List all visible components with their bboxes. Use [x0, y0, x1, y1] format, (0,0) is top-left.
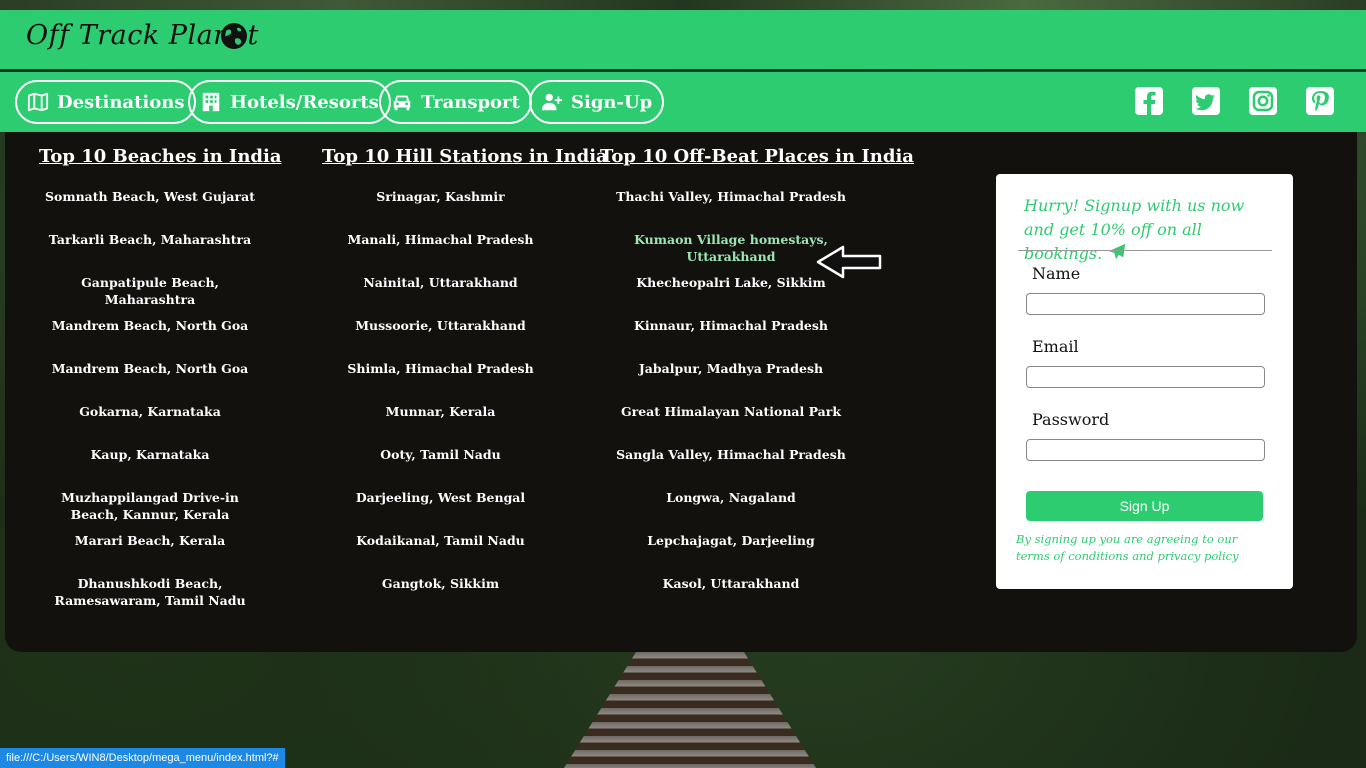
- email-field[interactable]: [1026, 366, 1265, 388]
- user-plus-icon: [541, 93, 563, 111]
- beaches-heading[interactable]: Top 10 Beaches in India: [39, 146, 282, 167]
- list-item[interactable]: Ooty, Tamil Nadu: [322, 446, 559, 463]
- nav-transport[interactable]: Transport: [379, 80, 532, 124]
- divider: [1018, 250, 1272, 251]
- status-bar: file:///C:/Users/WIN8/Desktop/mega_menu/…: [0, 748, 285, 768]
- signup-button[interactable]: Sign Up: [1026, 491, 1263, 521]
- nav-destinations-label: Destinations: [57, 91, 185, 113]
- list-item[interactable]: Somnath Beach, West Gujarat: [39, 188, 261, 205]
- list-item[interactable]: Tarkarli Beach, Maharashtra: [39, 231, 261, 248]
- bridge-background: [564, 652, 816, 768]
- list-item[interactable]: Mandrem Beach, North Goa: [39, 317, 261, 334]
- list-item[interactable]: Muzhappilangad Drive-in Beach, Kannur, K…: [39, 489, 261, 523]
- password-label: Password: [1032, 410, 1110, 429]
- email-label: Email: [1032, 337, 1079, 356]
- list-item[interactable]: Kasol, Uttarakhand: [600, 575, 862, 592]
- list-item[interactable]: Kaup, Karnataka: [39, 446, 261, 463]
- list-item[interactable]: Thachi Valley, Himachal Pradesh: [600, 188, 862, 205]
- list-item[interactable]: Mussoorie, Uttarakhand: [322, 317, 559, 334]
- map-icon: [27, 92, 49, 112]
- list-item[interactable]: Kodaikanal, Tamil Nadu: [322, 532, 559, 549]
- hill-stations-heading[interactable]: Top 10 Hill Stations in India: [322, 146, 608, 167]
- signup-promo-text: Hurry! Signup with us now and get 10% of…: [1024, 196, 1245, 263]
- instagram-icon[interactable]: [1248, 86, 1278, 116]
- list-item[interactable]: Gokarna, Karnataka: [39, 403, 261, 420]
- hill-stations-column: Top 10 Hill Stations in India Srinagar, …: [322, 146, 608, 591]
- car-icon: [393, 95, 411, 111]
- background-strip: [0, 0, 1366, 10]
- list-item[interactable]: Jabalpur, Madhya Pradesh: [600, 360, 862, 377]
- list-item[interactable]: Manali, Himachal Pradesh: [322, 231, 559, 248]
- password-field[interactable]: [1026, 439, 1265, 461]
- twitter-icon[interactable]: [1191, 86, 1221, 116]
- list-item[interactable]: Great Himalayan National Park: [600, 403, 862, 420]
- list-item[interactable]: Marari Beach, Kerala: [39, 532, 261, 549]
- nav-hotels[interactable]: Hotels/Resorts: [188, 80, 391, 124]
- nav-transport-label: Transport: [421, 91, 520, 113]
- signup-promo: Hurry! Signup with us now and get 10% of…: [1024, 194, 1274, 266]
- main-nav: Destinations Hotels/Resorts Transport Si…: [0, 72, 1366, 132]
- list-item[interactable]: Lepchajagat, Darjeeling: [600, 532, 862, 549]
- site-header: Off Track Planet: [0, 10, 1366, 71]
- list-item[interactable]: Srinagar, Kashmir: [322, 188, 559, 205]
- beaches-column: Top 10 Beaches in India Somnath Beach, W…: [39, 146, 282, 608]
- paper-plane-icon: [1109, 243, 1126, 260]
- name-field[interactable]: [1026, 293, 1265, 315]
- terms-text: By signing up you are agreeing to our te…: [1016, 532, 1239, 563]
- offbeat-heading[interactable]: Top 10 Off-Beat Places in India: [600, 146, 914, 167]
- nav-destinations[interactable]: Destinations: [15, 80, 197, 124]
- pinterest-icon[interactable]: [1305, 86, 1335, 116]
- facebook-icon[interactable]: [1134, 86, 1164, 116]
- list-item[interactable]: Shimla, Himachal Pradesh: [322, 360, 559, 377]
- nav-signup[interactable]: Sign-Up: [529, 80, 665, 124]
- list-item[interactable]: Kinnaur, Himachal Pradesh: [600, 317, 862, 334]
- hotel-icon: [202, 92, 220, 112]
- globe-icon: [221, 23, 247, 49]
- list-item[interactable]: Longwa, Nagaland: [600, 489, 862, 506]
- offbeat-column: Top 10 Off-Beat Places in India Thachi V…: [600, 146, 914, 591]
- signup-form: Hurry! Signup with us now and get 10% of…: [996, 174, 1293, 589]
- mouse-arrow-icon: [816, 245, 882, 279]
- list-item[interactable]: Nainital, Uttarakhand: [322, 274, 559, 291]
- list-item[interactable]: Darjeeling, West Bengal: [322, 489, 559, 506]
- nav-hotels-label: Hotels/Resorts: [230, 91, 379, 113]
- list-item[interactable]: Mandrem Beach, North Goa: [39, 360, 261, 377]
- nav-signup-label: Sign-Up: [571, 91, 653, 113]
- list-item[interactable]: Munnar, Kerala: [322, 403, 559, 420]
- name-label: Name: [1032, 264, 1081, 283]
- list-item[interactable]: Ganpatipule Beach, Maharashtra: [39, 274, 261, 308]
- list-item[interactable]: Gangtok, Sikkim: [322, 575, 559, 592]
- list-item[interactable]: Dhanushkodi Beach, Ramesawaram, Tamil Na…: [39, 575, 261, 609]
- list-item[interactable]: Sangla Valley, Himachal Pradesh: [600, 446, 862, 463]
